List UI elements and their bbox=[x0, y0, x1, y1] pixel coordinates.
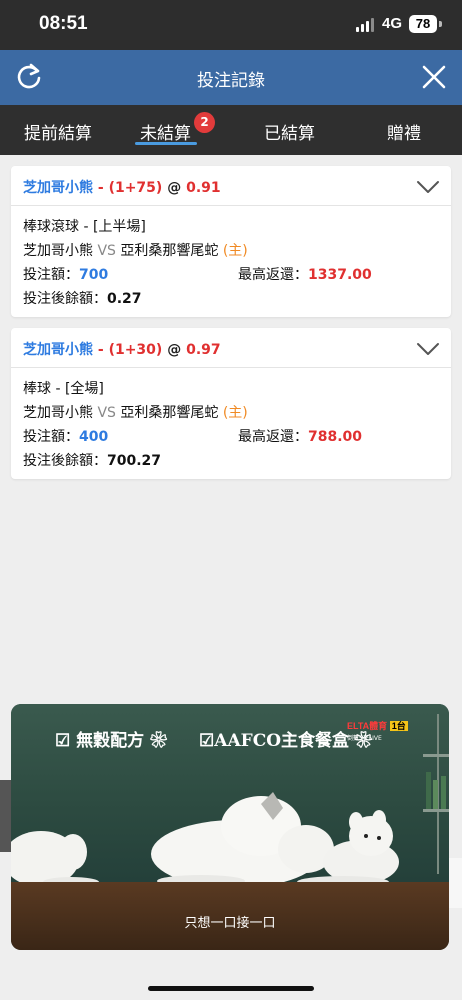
background-panel-edge bbox=[449, 858, 462, 908]
battery-nub bbox=[439, 21, 442, 27]
vs-label: VS bbox=[93, 405, 121, 421]
max-return-row: 最高返還：1337.00 bbox=[238, 264, 372, 284]
bet-card-header[interactable]: 芝加哥小熊 - (1+30) @ 0.97 bbox=[11, 328, 451, 368]
bet-matchup: 芝加哥小熊 VS 亞利桑那響尾蛇 (主) bbox=[23, 402, 248, 422]
ad-slogan-text: 無穀配方 bbox=[76, 731, 145, 751]
bet-handicap: (1+30) bbox=[108, 342, 163, 358]
bet-selection: 芝加哥小熊 - (1+75) @ 0.91 bbox=[23, 177, 221, 197]
tab-bar: 提前結算 未結算 已結算 贈禮 bbox=[0, 105, 462, 155]
max-return-value: 788.00 bbox=[308, 429, 363, 445]
bet-odds: 0.91 bbox=[186, 180, 221, 196]
tab-settled[interactable]: 已結算 bbox=[264, 119, 315, 144]
battery-level: 78 bbox=[415, 16, 431, 31]
ad-logo-sub: 倒數5天LIVE bbox=[347, 735, 382, 742]
balance-label: 投注後餘額： bbox=[23, 453, 107, 469]
bet-market: 棒球 - [全場] bbox=[23, 381, 104, 397]
tab-gifts[interactable]: 贈禮 bbox=[387, 119, 421, 144]
dogs-illustration bbox=[11, 792, 399, 888]
page-title: 投注記錄 bbox=[197, 71, 265, 91]
max-return-label: 最高返還： bbox=[238, 429, 308, 445]
ad-slogan-text: AAFCO主食餐盒 bbox=[214, 731, 350, 751]
balance-value: 700.27 bbox=[107, 453, 162, 469]
battery-icon: 78 bbox=[409, 15, 437, 33]
stake-value: 400 bbox=[79, 429, 109, 445]
bet-at: @ bbox=[162, 342, 187, 358]
home-team: 芝加哥小熊 bbox=[23, 243, 93, 259]
bet-handicap: (1+75) bbox=[108, 180, 163, 196]
home-team: 芝加哥小熊 bbox=[23, 405, 93, 421]
stake-row: 投注額：400 bbox=[23, 426, 108, 446]
balance-value: 0.27 bbox=[107, 291, 142, 307]
bet-sep: - bbox=[93, 180, 109, 196]
bet-card-header[interactable]: 芝加哥小熊 - (1+75) @ 0.91 bbox=[11, 166, 451, 206]
balance-row: 投注後餘額：0.27 bbox=[23, 288, 142, 308]
max-return-row: 最高返還：788.00 bbox=[238, 426, 362, 446]
vs-label: VS bbox=[93, 243, 121, 259]
away-team: 亞利桑那響尾蛇 bbox=[120, 405, 219, 421]
tab-early-settle[interactable]: 提前結算 bbox=[24, 119, 92, 144]
ad-logo-brand: ELTA體育 bbox=[347, 721, 388, 731]
stake-value: 700 bbox=[79, 267, 109, 283]
max-return-label: 最高返還： bbox=[238, 267, 308, 283]
bet-card: 芝加哥小熊 - (1+30) @ 0.97 棒球 - [全場] 芝加哥小熊 VS… bbox=[11, 328, 451, 479]
status-time: 08:51 bbox=[39, 13, 88, 34]
tab-unsettled[interactable]: 未結算 bbox=[140, 119, 191, 144]
bet-at: @ bbox=[162, 180, 187, 196]
home-tag: (主) bbox=[218, 405, 248, 421]
bet-team: 芝加哥小熊 bbox=[23, 342, 93, 358]
bet-card: 芝加哥小熊 - (1+75) @ 0.91 棒球滾球 - [上半場] 芝加哥小熊… bbox=[11, 166, 451, 317]
status-bar: 08:51 4G 78 bbox=[0, 0, 462, 50]
chevron-down-icon[interactable] bbox=[416, 180, 440, 194]
title-bar: 投注記錄 bbox=[0, 50, 462, 105]
bet-team: 芝加哥小熊 bbox=[23, 180, 93, 196]
chevron-down-icon[interactable] bbox=[416, 342, 440, 356]
ad-slogan: ☑ 無穀配方 ❀ bbox=[55, 731, 168, 751]
background-panel-edge bbox=[0, 780, 11, 852]
bet-odds: 0.97 bbox=[186, 342, 221, 358]
elta-logo: ELTA體育 1台 倒數5天LIVE bbox=[347, 719, 419, 743]
home-tag: (主) bbox=[218, 243, 248, 259]
stake-label: 投注額： bbox=[23, 267, 79, 283]
max-return-value: 1337.00 bbox=[308, 267, 372, 283]
bet-market: 棒球滾球 - [上半場] bbox=[23, 219, 146, 235]
away-team: 亞利桑那響尾蛇 bbox=[120, 243, 219, 259]
active-tab-indicator bbox=[135, 142, 197, 145]
bet-sep: - bbox=[93, 342, 109, 358]
balance-label: 投注後餘額： bbox=[23, 291, 107, 307]
home-indicator[interactable] bbox=[148, 986, 314, 991]
stake-label: 投注額： bbox=[23, 429, 79, 445]
unsettled-count-badge: 2 bbox=[194, 112, 215, 133]
close-icon[interactable] bbox=[420, 63, 448, 91]
stake-row: 投注額：700 bbox=[23, 264, 108, 284]
signal-icon bbox=[356, 18, 376, 32]
ad-banner[interactable]: ☑ 無穀配方 ❀ ☑AAFCO主食餐盒 ❀ ELTA體育 1台 倒數5天LIVE… bbox=[11, 704, 449, 950]
bet-selection: 芝加哥小熊 - (1+30) @ 0.97 bbox=[23, 339, 221, 359]
network-type: 4G bbox=[382, 15, 403, 32]
ad-caption: 只想一口接一口 bbox=[184, 916, 276, 931]
balance-row: 投注後餘額：700.27 bbox=[23, 450, 161, 470]
bet-matchup: 芝加哥小熊 VS 亞利桑那響尾蛇 (主) bbox=[23, 240, 248, 260]
ad-logo-channel: 1台 bbox=[389, 721, 408, 731]
